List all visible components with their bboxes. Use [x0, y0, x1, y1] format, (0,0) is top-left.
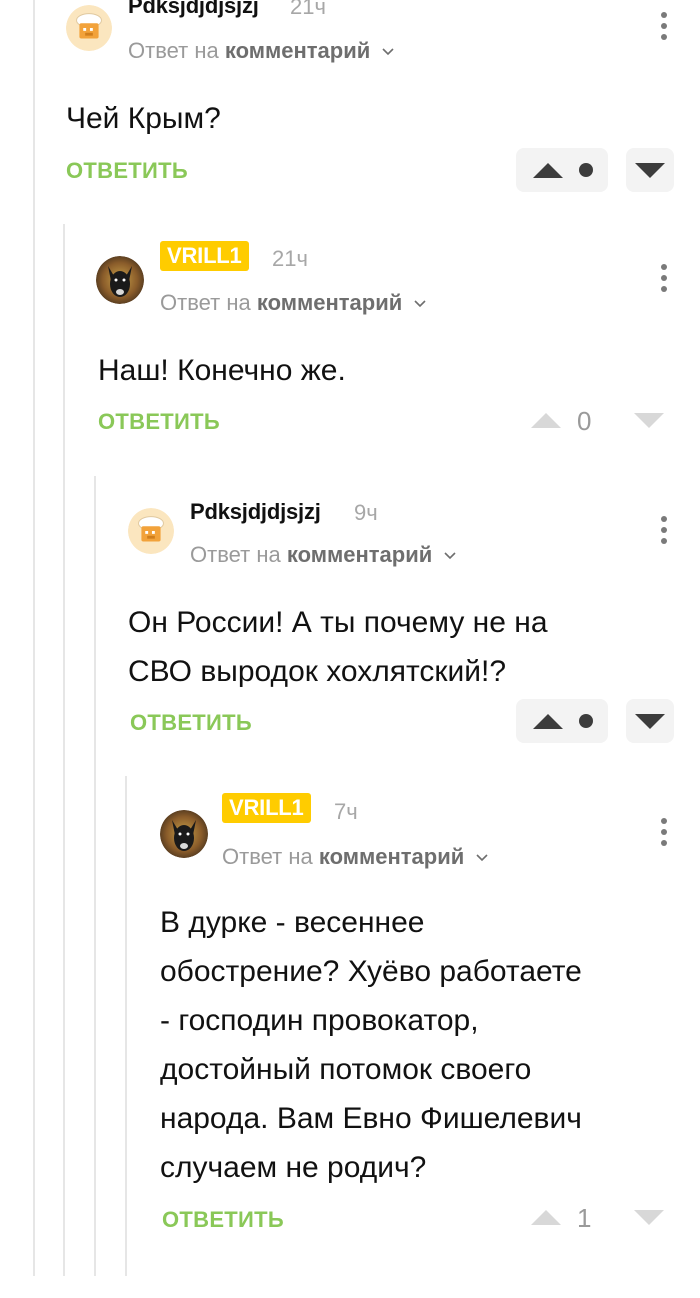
thread-line-level-4	[125, 776, 127, 1276]
comment-time: 9ч	[354, 500, 378, 525]
author-name[interactable]: VRILL1	[222, 793, 311, 823]
comment-time: 21ч	[290, 0, 326, 19]
dog-icon	[96, 256, 144, 304]
author-name[interactable]: VRILL1	[160, 241, 249, 271]
kebab-menu-icon[interactable]	[660, 12, 668, 44]
vote-box	[516, 699, 608, 743]
reply-to-link[interactable]: комментарий	[319, 844, 464, 869]
downvote-box	[626, 148, 674, 192]
comment-text: Он России! А ты почему не на СВО выродок…	[128, 606, 548, 688]
thread-line-level-3	[94, 476, 96, 1276]
upvote-icon[interactable]	[531, 1210, 561, 1225]
avatar[interactable]	[128, 508, 174, 554]
reply-button[interactable]: ОТВЕТИТЬ	[130, 710, 252, 736]
avatar[interactable]	[96, 256, 144, 304]
chevron-down-icon[interactable]	[476, 852, 488, 864]
reply-to-link[interactable]: комментарий	[287, 542, 432, 567]
reply-to-prefix: Ответ на	[222, 844, 313, 869]
avatar[interactable]	[66, 5, 112, 51]
kebab-menu-icon[interactable]	[660, 516, 668, 548]
avatar[interactable]	[160, 810, 208, 858]
reply-to: Ответ на комментарий	[190, 542, 456, 568]
reply-to: Ответ на комментарий	[222, 844, 488, 870]
reply-button[interactable]: ОТВЕТИТЬ	[66, 158, 188, 184]
comment-text: В дурке - весеннее обострение? Хуёво раб…	[160, 906, 582, 1184]
downvote-icon[interactable]	[634, 1210, 664, 1225]
chevron-down-icon[interactable]	[444, 550, 456, 562]
rating-hidden-dot	[579, 163, 593, 177]
comment-text: Наш! Конечно же.	[98, 354, 346, 387]
comment-time: 7ч	[334, 799, 358, 824]
reply-to-link[interactable]: комментарий	[225, 38, 370, 63]
comment-time: 21ч	[272, 246, 308, 271]
reply-to-link[interactable]: комментарий	[257, 290, 402, 315]
reply-to-prefix: Ответ на	[190, 542, 281, 567]
downvote-icon[interactable]	[634, 413, 664, 428]
rating-score: 0	[577, 406, 592, 436]
rating-hidden-dot	[579, 714, 593, 728]
comment-text: Чей Крым?	[66, 102, 221, 135]
reply-to-prefix: Ответ на	[128, 38, 219, 63]
author-name[interactable]: Pdksjdjdjsjzj	[190, 499, 321, 525]
thread-line-level-2	[63, 224, 65, 1276]
kebab-menu-icon[interactable]	[660, 818, 668, 850]
upvote-icon[interactable]	[531, 413, 561, 428]
reply-to: Ответ на комментарий	[160, 290, 426, 316]
rating-score: 1	[577, 1203, 592, 1233]
chef-hat-icon	[66, 5, 112, 51]
vote-box	[516, 148, 608, 192]
kebab-menu-icon[interactable]	[660, 264, 668, 296]
downvote-box	[626, 699, 674, 743]
dog-icon	[160, 810, 208, 858]
reply-button[interactable]: ОТВЕТИТЬ	[98, 409, 220, 435]
thread-line-level-1	[33, 0, 35, 1276]
upvote-icon[interactable]	[533, 714, 563, 729]
downvote-icon[interactable]	[635, 714, 665, 729]
author-name[interactable]: Pdksjdjdjsjzj	[128, 0, 259, 19]
downvote-icon[interactable]	[635, 163, 665, 178]
reply-to: Ответ на комментарий	[128, 38, 394, 64]
upvote-icon[interactable]	[533, 163, 563, 178]
chevron-down-icon[interactable]	[414, 298, 426, 310]
chef-hat-icon	[128, 508, 174, 554]
reply-button[interactable]: ОТВЕТИТЬ	[162, 1207, 284, 1233]
chevron-down-icon[interactable]	[382, 46, 394, 58]
reply-to-prefix: Ответ на	[160, 290, 251, 315]
